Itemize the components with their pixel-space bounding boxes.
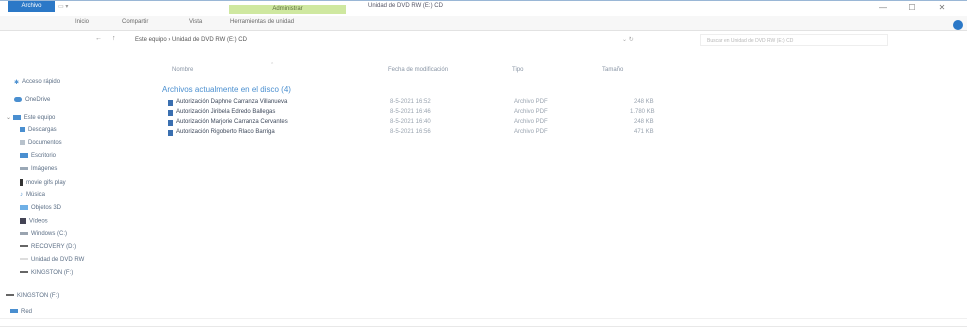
file-size: 248 KB: [634, 99, 654, 105]
help-icon[interactable]: [953, 20, 963, 30]
pdf-file-icon: [168, 110, 173, 116]
breadcrumb-this-pc[interactable]: Este equipo: [135, 37, 167, 43]
file-name: Autorización Marjorie Carranza Cervantes: [176, 119, 288, 125]
column-headers: Nombre Fecha de modificación Tipo Tamaño: [172, 67, 692, 77]
file-type: Archivo PDF: [514, 129, 548, 135]
nav-this-pc[interactable]: ⌄ Este equipo: [6, 114, 55, 121]
dvd-icon: [20, 258, 28, 261]
pdf-file-icon: [168, 120, 173, 126]
chevron-down-icon[interactable]: ⌄: [6, 115, 13, 121]
up-arrow-icon[interactable]: ↑: [112, 35, 116, 42]
network-icon: [10, 309, 18, 314]
nav-videos[interactable]: Vídeos: [20, 218, 48, 225]
cube-icon: [20, 205, 28, 210]
file-row[interactable]: Autorización Rigoberto Rlaco Barriga 8-5…: [168, 129, 688, 137]
search-placeholder: Buscar en Unidad de DVD RW (E:) CD: [707, 38, 794, 44]
file-name: Autorización Rigoberto Rlaco Barriga: [176, 129, 275, 135]
file-size: 248 KB: [634, 119, 654, 125]
cloud-icon: [14, 97, 22, 102]
desktop-icon: [20, 153, 28, 158]
nav-downloads[interactable]: Descargas: [20, 127, 57, 133]
nav-recovery-d[interactable]: RECOVERY (D:): [20, 244, 76, 250]
nav-windows-c[interactable]: Windows (C:): [20, 231, 67, 237]
file-row[interactable]: Autorización Daphne Carranza Villanueva …: [168, 99, 688, 107]
file-date: 8-5-2021 16:46: [390, 109, 431, 115]
tab-share[interactable]: Compartir: [122, 19, 148, 25]
file-row[interactable]: Autorización Jiribela Edredo Ballegas 8-…: [168, 109, 688, 117]
drive-icon: [20, 245, 28, 248]
star-icon: ✱: [14, 80, 20, 86]
file-name: Autorización Daphne Carranza Villanueva: [176, 99, 288, 105]
tab-file[interactable]: Archivo: [8, 1, 55, 12]
nav-desktop[interactable]: Escritorio: [20, 153, 56, 159]
usb-icon: [20, 271, 28, 274]
file-size: 1.780 KB: [630, 109, 655, 115]
column-header-date[interactable]: Fecha de modificación: [388, 67, 448, 73]
tab-drive-tools[interactable]: Herramientas de unidad: [230, 19, 294, 25]
maximize-button[interactable]: ☐: [905, 2, 919, 14]
download-icon: [20, 127, 25, 132]
window-title: Unidad de DVD RW (E:) CD: [368, 3, 443, 9]
column-header-name[interactable]: Nombre: [172, 67, 193, 73]
nav-kingston-f-root[interactable]: KINGSTON (F:): [6, 293, 59, 299]
file-date: 8-5-2021 16:52: [390, 99, 431, 105]
tab-view[interactable]: Vista: [189, 19, 202, 25]
video-icon: [20, 218, 26, 224]
pdf-file-icon: [168, 100, 173, 106]
column-header-type[interactable]: Tipo: [512, 67, 523, 73]
music-icon: ♪: [20, 192, 23, 198]
file-date: 8-5-2021 16:40: [390, 119, 431, 125]
nav-dvd-drive[interactable]: Unidad de DVD RW: [20, 257, 84, 263]
back-arrow-icon[interactable]: ←: [95, 35, 102, 42]
usb-icon: [6, 294, 14, 297]
nav-documents[interactable]: Documentos: [20, 140, 62, 146]
computer-icon: [12, 114, 21, 120]
contextual-tab-manage[interactable]: Administrar: [229, 5, 346, 14]
column-header-size[interactable]: Tamaño: [602, 67, 623, 73]
nav-movie-gifs-play[interactable]: movie gifs play: [20, 179, 66, 186]
minimize-button[interactable]: —: [876, 2, 890, 14]
file-name: Autorización Jiribela Edredo Ballegas: [176, 109, 276, 115]
phone-icon: [20, 179, 23, 186]
file-type: Archivo PDF: [514, 99, 548, 105]
nav-kingston-f[interactable]: KINGSTON (F:): [20, 270, 73, 276]
drive-icon: [20, 231, 28, 235]
document-icon: [20, 140, 25, 145]
file-size: 471 KB: [634, 129, 654, 135]
nav-pictures[interactable]: Imágenes: [20, 166, 57, 172]
quick-access-toolbar[interactable]: ▭ ▾: [58, 3, 68, 10]
file-type: Archivo PDF: [514, 109, 548, 115]
sort-indicator-icon: ⌃: [270, 62, 275, 68]
close-button[interactable]: ✕: [935, 2, 949, 14]
refresh-icon[interactable]: ⌄ ↻: [622, 36, 634, 43]
file-row[interactable]: Autorización Marjorie Carranza Cervantes…: [168, 119, 688, 127]
breadcrumb-dvd-drive[interactable]: Unidad de DVD RW (E:) CD: [172, 37, 247, 43]
nav-3d-objects[interactable]: Objetos 3D: [20, 205, 61, 211]
group-header[interactable]: Archivos actualmente en el disco (4): [162, 85, 291, 94]
navigation-pane: ✱ Acceso rápido OneDrive ⌄ Este equipo De…: [0, 64, 150, 327]
image-icon: [20, 166, 28, 170]
nav-music[interactable]: ♪ Música: [20, 192, 45, 198]
file-date: 8-5-2021 16:56: [390, 129, 431, 135]
nav-onedrive[interactable]: OneDrive: [14, 97, 50, 103]
file-type: Archivo PDF: [514, 119, 548, 125]
nav-quick-access[interactable]: ✱ Acceso rápido: [14, 79, 60, 86]
pdf-file-icon: [168, 130, 173, 136]
search-input[interactable]: Buscar en Unidad de DVD RW (E:) CD: [700, 34, 888, 46]
title-bar: [0, 0, 967, 17]
nav-network[interactable]: Red: [10, 309, 32, 315]
tab-home[interactable]: Inicio: [75, 19, 89, 25]
